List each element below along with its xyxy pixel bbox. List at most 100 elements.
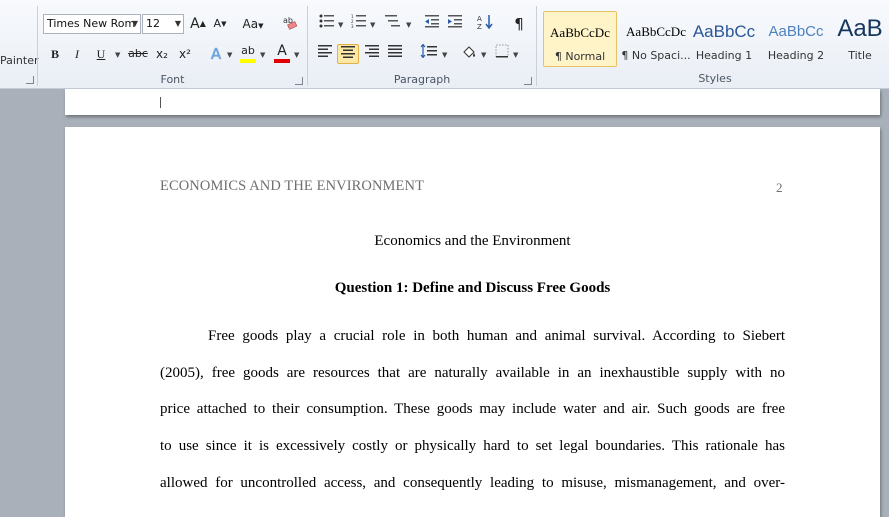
change-case-button[interactable]: Aa▼	[240, 14, 266, 34]
style-preview: AaBbCc	[768, 23, 824, 40]
style-label: Heading 2	[767, 49, 825, 62]
grow-font-button[interactable]: A▲	[187, 14, 209, 34]
align-left-button[interactable]	[314, 44, 336, 64]
increase-indent-button[interactable]	[444, 14, 466, 34]
section-heading: Question 1: Define and Discuss Free Good…	[334, 280, 611, 296]
group-separator	[536, 6, 537, 86]
previous-page-bottom[interactable]	[65, 89, 880, 115]
style-preview: AaB	[837, 15, 883, 42]
style-label: ¶ Normal	[554, 50, 606, 63]
italic-button[interactable]: I	[66, 44, 88, 64]
chevron-down-icon[interactable]: ▼	[260, 51, 265, 59]
justify-icon	[388, 45, 402, 57]
grow-font-icon: A	[190, 16, 200, 32]
highlight-button[interactable]: ab	[237, 44, 259, 64]
paragraph-line: price attached to their consumption. The…	[160, 401, 785, 417]
chevron-down-icon[interactable]: ▼	[442, 51, 447, 59]
style-label: ¶ No Spaci...	[621, 49, 691, 62]
style-normal[interactable]: AaBbCcDc ¶ Normal	[543, 11, 617, 67]
paragraph-line: (2005), free goods are resources that ar…	[160, 365, 785, 381]
svg-text:Z: Z	[477, 23, 482, 30]
decrease-indent-icon	[425, 15, 439, 28]
strikethrough-button[interactable]: abc	[126, 44, 150, 64]
multilevel-list-icon	[385, 15, 400, 27]
paint-bucket-icon	[463, 46, 475, 58]
paragraph-line: to use since it is excessively costly or…	[160, 438, 785, 454]
paragraph-dialog-launcher[interactable]	[524, 77, 532, 85]
sort-button[interactable]: AZ	[474, 14, 496, 34]
chevron-down-icon[interactable]: ▼	[370, 21, 375, 29]
align-center-button[interactable]	[337, 44, 359, 64]
align-left-icon	[318, 45, 332, 57]
highlighter-icon: ab	[241, 44, 255, 57]
clear-formatting-button[interactable]: ab	[279, 14, 301, 34]
page-number: 2	[776, 180, 783, 195]
change-case-icon: Aa	[242, 17, 259, 31]
bold-button[interactable]: B	[44, 44, 66, 64]
style-heading-2[interactable]: AaBbCc Heading 2	[759, 11, 833, 67]
superscript-button[interactable]: x²	[174, 44, 196, 64]
clipboard-dialog-launcher[interactable]	[26, 76, 34, 84]
style-heading-1[interactable]: AaBbCc Heading 1	[687, 11, 761, 67]
font-name-value: Times New Rom	[47, 17, 136, 30]
styles-gallery: AaBbCcDc ¶ Normal AaBbCcDc ¶ No Spaci...…	[541, 8, 889, 70]
style-label: Heading 1	[695, 49, 753, 62]
style-preview: AaBbCcDc	[550, 25, 610, 40]
paragraph-group: ▼ 123 ▼ ▼ AZ ¶ ▼ ▼ ▼ Paragraph	[308, 0, 536, 89]
shading-button[interactable]	[458, 44, 480, 64]
chevron-down-icon[interactable]: ▼	[406, 21, 411, 29]
multilevel-list-button[interactable]	[382, 14, 404, 34]
text-cursor	[160, 97, 161, 108]
clear-formatting-icon: ab	[283, 16, 298, 30]
svg-text:A: A	[477, 15, 482, 23]
document-area[interactable]: ECONOMICS AND THE ENVIRONMENT 2 Economic…	[0, 89, 889, 517]
justify-button[interactable]	[384, 44, 406, 64]
align-center-icon	[341, 46, 355, 58]
numbering-icon: 123	[351, 14, 366, 29]
font-name-combo[interactable]: Times New Rom ▼	[43, 14, 141, 34]
increase-indent-icon	[448, 15, 462, 28]
chevron-down-icon[interactable]: ▼	[175, 15, 181, 33]
line-spacing-icon	[420, 43, 437, 59]
bullets-icon	[319, 14, 334, 28]
chevron-down-icon[interactable]: ▼	[513, 51, 518, 59]
decrease-indent-button[interactable]	[421, 14, 443, 34]
font-color-button[interactable]: A	[271, 44, 293, 64]
shrink-font-button[interactable]: A▼	[209, 14, 231, 34]
style-preview: AaBbCcDc	[626, 24, 686, 39]
font-group: Times New Rom ▼ 12 ▼ A▲ A▼ Aa▼ ab B I U …	[38, 0, 307, 89]
font-size-combo[interactable]: 12 ▼	[142, 14, 184, 34]
chevron-down-icon[interactable]: ▼	[294, 51, 299, 59]
document-title: Economics and the Environment	[374, 233, 571, 249]
style-title[interactable]: AaB Title	[831, 11, 889, 67]
paragraph-group-label: Paragraph	[393, 73, 451, 86]
show-formatting-marks-button[interactable]: ¶	[508, 14, 530, 34]
subscript-button[interactable]: x₂	[151, 44, 173, 64]
borders-icon	[495, 44, 509, 58]
svg-text:3: 3	[351, 24, 354, 28]
borders-button[interactable]	[491, 44, 513, 64]
line-spacing-button[interactable]	[418, 43, 440, 64]
chevron-down-icon[interactable]: ▼	[338, 21, 343, 29]
paragraph-line: allowed for uncontrolled access, and con…	[160, 475, 785, 491]
bullets-button[interactable]	[316, 14, 338, 34]
align-right-button[interactable]	[361, 44, 383, 64]
style-preview: AaBbCc	[692, 22, 756, 41]
font-dialog-launcher[interactable]	[295, 77, 303, 85]
font-group-label: Font	[160, 73, 185, 86]
sort-icon: AZ	[477, 15, 493, 31]
chevron-down-icon[interactable]: ▼	[132, 15, 138, 33]
styles-group-label: Styles	[698, 72, 732, 85]
chevron-down-icon[interactable]: ▼	[115, 51, 120, 59]
format-painter-label[interactable]: Painter	[0, 54, 39, 67]
running-header: ECONOMICS AND THE ENVIRONMENT	[160, 178, 425, 194]
chevron-down-icon[interactable]: ▼	[481, 51, 486, 59]
style-no-spacing[interactable]: AaBbCcDc ¶ No Spaci...	[619, 11, 693, 67]
numbering-button[interactable]: 123	[348, 14, 370, 34]
underline-button[interactable]: U	[90, 44, 112, 64]
document-page[interactable]: ECONOMICS AND THE ENVIRONMENT 2 Economic…	[65, 127, 880, 517]
style-label: Title	[848, 49, 872, 62]
text-effects-button[interactable]: A	[205, 44, 227, 64]
chevron-down-icon[interactable]: ▼	[227, 51, 232, 59]
font-size-value: 12	[146, 17, 160, 30]
